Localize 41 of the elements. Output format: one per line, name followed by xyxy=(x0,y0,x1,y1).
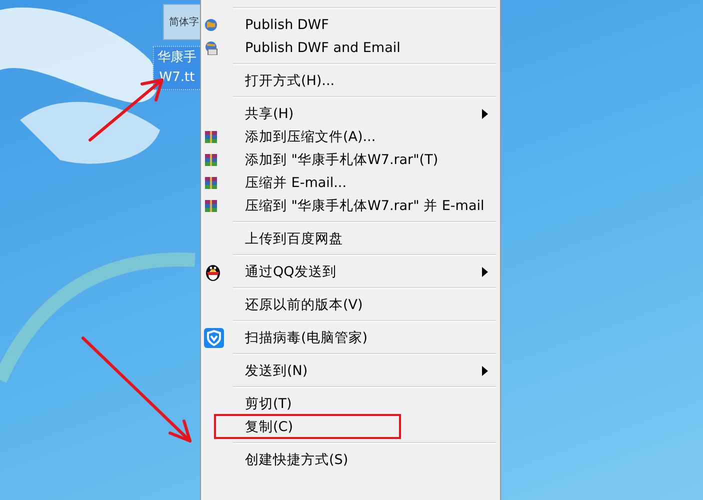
menu-item-label: 创建快捷方式(S) xyxy=(245,450,350,468)
shield-icon xyxy=(204,328,224,348)
menu-item[interactable]: 打开方式(H)... xyxy=(201,69,500,92)
menu-item-label: 添加到压缩文件(A)... xyxy=(245,128,377,146)
menu-item-label: 共享(H) xyxy=(245,104,295,122)
menu-item[interactable]: 扫描病毒(电脑管家) xyxy=(201,326,500,349)
menu-item[interactable]: 通过QQ发送到 xyxy=(201,260,500,283)
menu-item[interactable]: 添加到 "华康手札体W7.rar"(T) xyxy=(201,148,500,171)
menu-item[interactable]: 添加到压缩文件(A)... xyxy=(201,125,500,148)
submenu-arrow-icon xyxy=(482,266,488,276)
globe-icon xyxy=(204,18,218,32)
file-icon-text: 简体字 xyxy=(169,16,199,29)
menu-item[interactable]: 压缩并 E-mail... xyxy=(201,171,500,194)
archive-icon xyxy=(204,176,218,190)
menu-item-label: Publish DWF xyxy=(245,16,330,32)
menu-item-label: 剪切(T) xyxy=(245,394,293,412)
menu-item-label: 还原以前的版本(V) xyxy=(245,296,364,314)
menu-item[interactable]: 发送到(N) xyxy=(201,359,500,382)
menu-item-label: 添加到 "华康手札体W7.rar"(T) xyxy=(245,150,440,168)
archive-icon xyxy=(204,198,218,212)
menu-item-label: 通过QQ发送到 xyxy=(245,262,338,280)
globe-mail-icon xyxy=(204,40,218,54)
menu-item[interactable]: 上传到百度网盘 xyxy=(201,227,500,250)
menu-item[interactable]: 创建快捷方式(S) xyxy=(201,448,500,471)
menu-item[interactable]: 压缩到 "华康手札体W7.rar" 并 E-mail xyxy=(201,194,500,217)
archive-icon xyxy=(204,152,218,166)
menu-item-label: Publish DWF and Email xyxy=(245,40,402,56)
menu-item-label: 上传到百度网盘 xyxy=(245,230,344,248)
archive-icon xyxy=(204,130,218,144)
menu-item[interactable]: 还原以前的版本(V) xyxy=(201,293,500,316)
menu-item-label: 复制(C) xyxy=(245,418,294,436)
menu-item[interactable]: 复制(C) xyxy=(215,415,400,438)
menu-item-label: 发送到(N) xyxy=(245,362,309,380)
menu-item[interactable]: 剪切(T) xyxy=(201,392,500,415)
menu-item-label: 压缩并 E-mail... xyxy=(245,174,348,192)
menu-item[interactable]: 共享(H) xyxy=(201,102,500,125)
submenu-arrow-icon xyxy=(482,108,488,118)
submenu-arrow-icon xyxy=(482,366,488,376)
menu-item-label: 扫描病毒(电脑管家) xyxy=(245,328,369,346)
menu-item-label: 压缩到 "华康手札体W7.rar" 并 E-mail xyxy=(245,196,486,214)
menu-item-label: 打开方式(H)... xyxy=(245,72,336,90)
